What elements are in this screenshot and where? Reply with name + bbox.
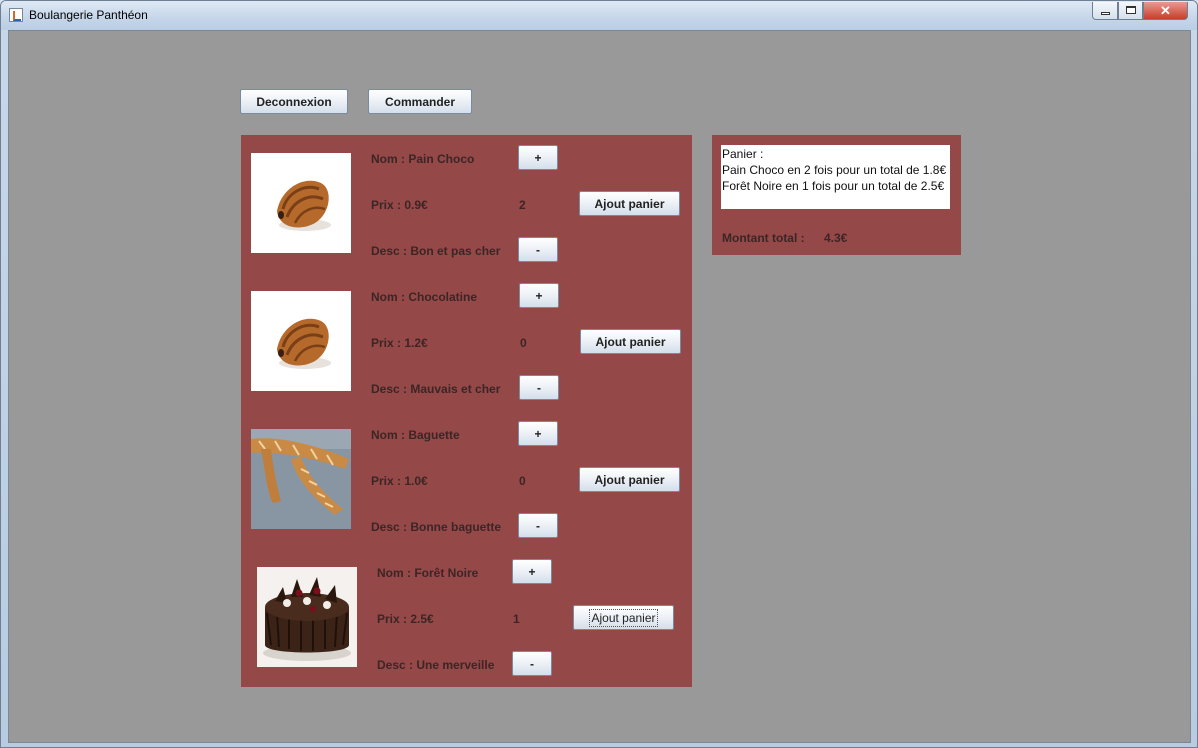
app-window: Boulangerie Panthéon ✕ Deconnexion Comma… xyxy=(0,0,1198,748)
order-button[interactable]: Commander xyxy=(368,89,472,114)
product-price: Prix : 2.5€ xyxy=(377,612,434,626)
close-icon: ✕ xyxy=(1160,3,1171,18)
product-image-baguette xyxy=(251,429,351,529)
increment-button[interactable]: + xyxy=(519,283,559,308)
product-desc: Desc : Bonne baguette xyxy=(371,520,502,534)
decrement-button[interactable]: - xyxy=(512,651,552,676)
quantity-value: 2 xyxy=(519,198,526,212)
pain-au-chocolat-icon xyxy=(277,180,331,231)
total-value: 4.3€ xyxy=(824,231,848,245)
logout-button[interactable]: Deconnexion xyxy=(240,89,348,114)
increment-button[interactable]: + xyxy=(518,145,558,170)
add-to-cart-button[interactable]: Ajout panier xyxy=(580,329,681,354)
product-image-chocolatine xyxy=(251,291,351,391)
minimize-button[interactable] xyxy=(1092,2,1118,20)
quantity-value: 1 xyxy=(513,612,520,626)
cart-line: Forêt Noire en 1 fois pour un total de 2… xyxy=(722,179,945,193)
decrement-button[interactable]: - xyxy=(518,513,558,538)
cart-header: Panier : xyxy=(722,147,764,161)
product-desc: Desc : Une merveille xyxy=(377,658,495,672)
title-bar[interactable]: Boulangerie Panthéon ✕ xyxy=(1,1,1197,30)
pain-au-chocolat-icon xyxy=(277,318,331,369)
total-label: Montant total : xyxy=(722,231,805,245)
baguette-icon xyxy=(251,429,351,529)
product-name: Nom : Chocolatine xyxy=(371,290,478,304)
maximize-button[interactable] xyxy=(1118,2,1143,20)
product-list-panel: Nom : Pain Choco Prix : 0.9€ Desc : Bon … xyxy=(241,135,692,687)
product-name: Nom : Pain Choco xyxy=(371,152,475,166)
black-forest-cake-icon xyxy=(257,567,357,667)
decrement-button[interactable]: - xyxy=(519,375,559,400)
quantity-value: 0 xyxy=(520,336,527,350)
increment-button[interactable]: + xyxy=(518,421,558,446)
product-image-pain-choco xyxy=(251,153,351,253)
content-area: Deconnexion Commander Nom : Pain Choco P… xyxy=(8,30,1191,743)
product-image-foret-noire xyxy=(257,567,357,667)
close-button[interactable]: ✕ xyxy=(1143,2,1188,20)
product-price: Prix : 1.2€ xyxy=(371,336,428,350)
increment-button[interactable]: + xyxy=(512,559,552,584)
add-to-cart-button[interactable]: Ajout panier xyxy=(579,467,680,492)
product-desc: Desc : Mauvais et cher xyxy=(371,382,501,396)
decrement-button[interactable]: - xyxy=(518,237,558,262)
java-cup-icon xyxy=(9,8,23,22)
window-title: Boulangerie Panthéon xyxy=(29,8,148,22)
product-price: Prix : 0.9€ xyxy=(371,198,428,212)
maximize-icon xyxy=(1126,6,1136,14)
add-to-cart-button[interactable]: Ajout panier xyxy=(573,605,674,630)
add-to-cart-label: Ajout panier xyxy=(589,608,658,627)
product-price: Prix : 1.0€ xyxy=(371,474,428,488)
cart-panel: Panier : Pain Choco en 2 fois pour un to… xyxy=(712,135,961,255)
product-name: Nom : Baguette xyxy=(371,428,460,442)
product-desc: Desc : Bon et pas cher xyxy=(371,244,501,258)
add-to-cart-button[interactable]: Ajout panier xyxy=(579,191,680,216)
product-name: Nom : Forêt Noire xyxy=(377,566,479,580)
quantity-value: 0 xyxy=(519,474,526,488)
minimize-icon xyxy=(1101,12,1110,15)
cart-text-area[interactable]: Panier : Pain Choco en 2 fois pour un to… xyxy=(721,145,950,209)
cart-line: Pain Choco en 2 fois pour un total de 1.… xyxy=(722,163,947,177)
